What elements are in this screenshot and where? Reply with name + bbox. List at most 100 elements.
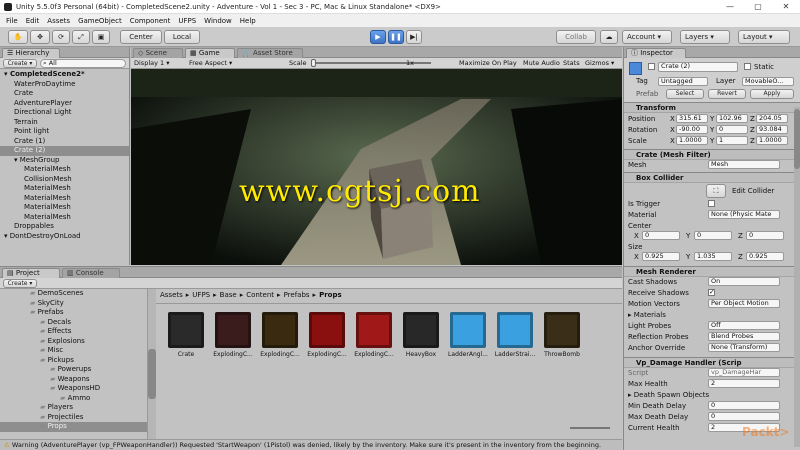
maximize-on-play-toggle[interactable]: Maximize On Play [459, 59, 517, 67]
light-probes-dropdown[interactable]: Off [708, 321, 780, 330]
transform-rotation-x-field[interactable]: -90.00 [676, 125, 708, 134]
tab-scene[interactable]: ◇ Scene [133, 48, 183, 58]
hierarchy-item[interactable]: MaterialMesh [0, 184, 129, 194]
close-button[interactable]: ✕ [772, 0, 800, 14]
rotate-tool-icon[interactable]: ⟳ [52, 30, 70, 44]
tag-dropdown[interactable]: Untagged [658, 77, 708, 86]
asset-item[interactable]: ExplodingC... [258, 312, 302, 362]
mesh-renderer-header[interactable]: Mesh Renderer [624, 266, 800, 277]
hierarchy-item[interactable]: Point light [0, 127, 129, 137]
materials-row[interactable]: ▸ Materials [628, 310, 796, 320]
project-folder-item[interactable]: ▰ Projectiles [0, 413, 147, 423]
receive-shadows-checkbox[interactable]: ✓ [708, 289, 715, 296]
size-z-field[interactable]: 0.925 [746, 252, 784, 261]
hierarchy-item[interactable]: Droppables [0, 222, 129, 232]
damage-handler-header[interactable]: Vp_Damage Handler (Scrip [624, 357, 800, 368]
collab-button[interactable]: Collab [556, 30, 596, 44]
project-folder-item[interactable]: ▰ Effects [0, 327, 147, 337]
transform-scale-z-field[interactable]: 1.0000 [756, 136, 788, 145]
icon-size-slider[interactable] [570, 427, 610, 429]
stats-toggle[interactable]: Stats [563, 59, 580, 67]
hierarchy-item[interactable]: Crate [0, 89, 129, 99]
transform-header[interactable]: Transform [624, 102, 800, 113]
step-button[interactable]: ▶| [406, 30, 422, 44]
asset-item[interactable]: ExplodingC... [211, 312, 255, 362]
project-folder-item[interactable]: ▰ Props [0, 422, 147, 432]
breadcrumb-item[interactable]: Assets [160, 291, 183, 301]
project-folder-item[interactable]: ▰ Powerups [0, 365, 147, 375]
tab-console[interactable]: ▥ Console [62, 268, 120, 278]
prefab-revert-button[interactable]: Revert [708, 89, 746, 99]
tab-project[interactable]: ▤ Project [2, 268, 60, 278]
prefab-select-button[interactable]: Select [666, 89, 704, 99]
breadcrumb-item[interactable]: Base [220, 291, 237, 301]
hand-tool-icon[interactable]: ✋ [8, 30, 28, 44]
hierarchy-item[interactable]: Terrain [0, 118, 129, 128]
menu-item-component[interactable]: Component [130, 17, 171, 25]
folder-tree-scrollbar[interactable] [148, 289, 156, 439]
cloud-icon[interactable]: ☁ [600, 30, 618, 44]
mesh-filter-header[interactable]: Crate (Mesh Filter) [624, 149, 800, 160]
transform-position-z-field[interactable]: 204.05 [756, 114, 788, 123]
project-folder-item[interactable]: ▰ Misc [0, 346, 147, 356]
center-y-field[interactable]: 0 [694, 231, 732, 240]
center-x-field[interactable]: 0 [642, 231, 680, 240]
project-folder-item[interactable]: ▰ Weapons [0, 375, 147, 385]
display-dropdown[interactable]: Display 1 ▾ [134, 59, 170, 67]
project-folder-item[interactable]: ▰ Decals [0, 318, 147, 328]
tab-asset-store[interactable]: 🛒 Asset Store [237, 48, 303, 58]
asset-item[interactable]: ThrowBomb [540, 312, 584, 362]
menu-item-file[interactable]: File [6, 17, 18, 25]
menu-item-assets[interactable]: Assets [47, 17, 70, 25]
inspector-scrollbar[interactable] [794, 107, 800, 447]
center-z-field[interactable]: 0 [746, 231, 784, 240]
inspector-scroll-thumb[interactable] [794, 109, 800, 169]
breadcrumb-item[interactable]: UFPS [192, 291, 210, 301]
project-folder-item[interactable]: ▰ Explosions [0, 337, 147, 347]
hierarchy-item[interactable]: MaterialMesh [0, 213, 129, 223]
asset-item[interactable]: ExplodingC... [305, 312, 349, 362]
breadcrumb-item[interactable]: Content [246, 291, 274, 301]
box-collider-header[interactable]: Box Collider [624, 172, 800, 183]
scale-slider-handle[interactable] [311, 59, 316, 67]
layer-dropdown[interactable]: MovableO... [742, 77, 794, 86]
tab-hierarchy[interactable]: ☰ Hierarchy [2, 48, 60, 58]
mesh-field[interactable]: Mesh [708, 160, 780, 169]
max-health-field[interactable]: 2 [708, 379, 780, 388]
hierarchy-item[interactable]: Crate (1) [0, 137, 129, 147]
static-checkbox[interactable] [744, 63, 751, 70]
motion-vectors-dropdown[interactable]: Per Object Motion [708, 299, 780, 308]
size-y-field[interactable]: 1.035 [694, 252, 732, 261]
play-button[interactable]: ▶ [370, 30, 386, 44]
menu-item-gameobject[interactable]: GameObject [78, 17, 122, 25]
breadcrumb-item[interactable]: Props [319, 291, 342, 301]
project-create-button[interactable]: Create ▾ [3, 279, 37, 288]
hierarchy-search-input[interactable]: ⌕ All [40, 59, 126, 68]
tab-inspector[interactable]: ⓘ Inspector [626, 48, 686, 58]
hierarchy-item[interactable]: ▾ MeshGroup [0, 156, 129, 166]
transform-rotation-y-field[interactable]: 0 [716, 125, 748, 134]
game-viewport[interactable]: www.cgtsj.com [131, 69, 622, 265]
layout-dropdown[interactable]: Layout ▾ [738, 30, 790, 44]
hierarchy-item[interactable]: WaterProDaytime [0, 80, 129, 90]
menu-item-help[interactable]: Help [240, 17, 256, 25]
folder-tree-scroll-thumb[interactable] [148, 349, 156, 399]
project-folder-item[interactable]: ▰ SkyCity [0, 299, 147, 309]
transform-position-x-field[interactable]: 315.61 [676, 114, 708, 123]
minimize-button[interactable]: — [716, 0, 744, 14]
project-folder-item[interactable]: ▰ WeaponsHD [0, 384, 147, 394]
asset-item[interactable]: LadderAngl... [446, 312, 490, 362]
transform-rotation-z-field[interactable]: 93.084 [756, 125, 788, 134]
hierarchy-item[interactable]: Crate (2) [0, 146, 129, 156]
mute-audio-toggle[interactable]: Mute Audio [523, 59, 560, 67]
project-folder-item[interactable]: ▰ DemoScenes [0, 289, 147, 299]
account-dropdown[interactable]: Account ▾ [622, 30, 672, 44]
asset-item[interactable]: Crate [164, 312, 208, 362]
asset-item[interactable]: ExplodingC... [352, 312, 396, 362]
asset-item[interactable]: LadderStrai... [493, 312, 537, 362]
gizmos-dropdown[interactable]: Gizmos ▾ [585, 59, 614, 67]
menu-item-ufps[interactable]: UFPS [178, 17, 196, 25]
transform-position-y-field[interactable]: 102.96 [716, 114, 748, 123]
project-folder-item[interactable]: ▰ Prefabs [0, 308, 147, 318]
prefab-apply-button[interactable]: Apply [750, 89, 794, 99]
